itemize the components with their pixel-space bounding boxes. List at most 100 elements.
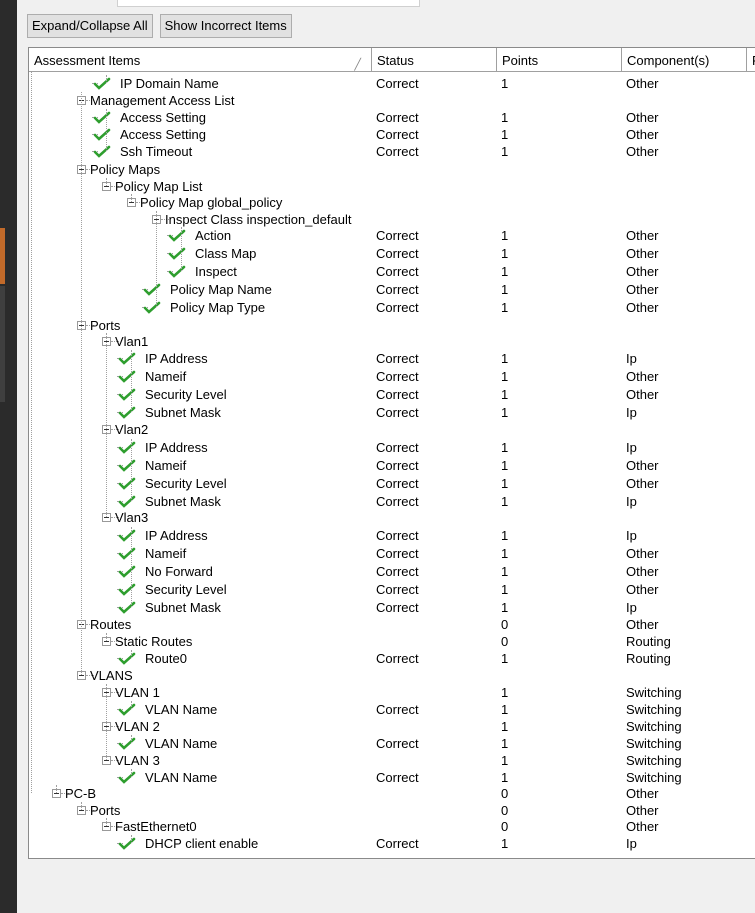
item-label: VLAN Name <box>145 702 218 717</box>
tree-row[interactable]: IP Address Correct 1 Ip <box>29 439 755 456</box>
check-icon <box>118 703 136 716</box>
tree-group-row[interactable]: Ports <box>29 317 755 334</box>
item-label: VLAN 3 <box>115 753 160 768</box>
tree-row[interactable]: Nameif Correct 1 Other <box>29 457 755 474</box>
points-value: 1 <box>501 351 509 366</box>
component-value: Other <box>626 476 659 491</box>
tree-row[interactable]: Subnet Mask Correct 1 Ip <box>29 599 755 616</box>
tree-connector <box>56 785 57 793</box>
tree-group-row[interactable]: Policy Map List <box>29 178 755 195</box>
tree-row[interactable]: Security Level Correct 1 Other <box>29 581 755 598</box>
points-value: 1 <box>501 300 509 315</box>
tree-row[interactable]: Policy Map Name Correct 1 Other <box>29 281 755 298</box>
tree-row[interactable]: VLAN Name Correct 1 Switching <box>29 701 755 718</box>
item-label: Policy Map List <box>115 179 203 194</box>
assessment-panel: Expand/Collapse All Show Incorrect Items… <box>17 0 755 913</box>
tree-group-row[interactable]: Vlan2 <box>29 421 755 438</box>
toolbar: Expand/Collapse All Show Incorrect Items <box>27 14 292 40</box>
side-scrollbar[interactable] <box>0 286 5 402</box>
tree-row[interactable]: Security Level Correct 1 Other <box>29 386 755 403</box>
tree-group-row[interactable]: Static Routes 0 Routing <box>29 633 755 650</box>
component-value: Other <box>626 582 659 597</box>
status-value: Correct <box>376 494 419 509</box>
tree-group-row[interactable]: Inspect Class inspection_default <box>29 211 755 228</box>
tree-connector <box>31 72 32 793</box>
points-value: 1 <box>501 753 509 768</box>
points-value: 0 <box>501 786 509 801</box>
component-value: Ip <box>626 405 637 420</box>
tree-row[interactable]: Access Setting Correct 1 Other <box>29 126 755 143</box>
check-icon <box>93 77 111 90</box>
show-incorrect-items-button[interactable]: Show Incorrect Items <box>159 14 292 38</box>
points-value: 1 <box>501 246 509 261</box>
tree-row[interactable]: Action Correct 1 Other <box>29 227 755 244</box>
tree-row[interactable]: Subnet Mask Correct 1 Ip <box>29 404 755 421</box>
tree-row[interactable]: IP Domain Name Correct 1 Other <box>29 75 755 92</box>
tree-row[interactable]: Access Setting Correct 1 Other <box>29 109 755 126</box>
check-icon <box>118 601 136 614</box>
points-value: 1 <box>501 685 509 700</box>
tree-row[interactable]: Subnet Mask Correct 1 Ip <box>29 493 755 510</box>
tree-connector <box>81 802 82 810</box>
tree-group-row[interactable]: Policy Maps <box>29 161 755 178</box>
tree-group-row[interactable]: VLANS <box>29 667 755 684</box>
item-label: IP Address <box>145 351 208 366</box>
tree-group-row[interactable]: PC-B 0 Other <box>29 785 755 802</box>
points-value: 1 <box>501 76 509 91</box>
tree-group-row[interactable]: VLAN 2 1 Switching <box>29 718 755 735</box>
column-header-extra[interactable]: F <box>747 48 755 71</box>
tree-group-row[interactable]: Ports 0 Other <box>29 802 755 819</box>
points-value: 1 <box>501 458 509 473</box>
tree-row[interactable]: Class Map Correct 1 Other <box>29 245 755 262</box>
tree-row[interactable]: Inspect Correct 1 Other <box>29 263 755 280</box>
tree-row[interactable]: VLAN Name Correct 1 Switching <box>29 769 755 786</box>
tree-group-row[interactable]: Routes 0 Other <box>29 616 755 633</box>
component-value: Switching <box>626 702 682 717</box>
check-icon <box>118 459 136 472</box>
tree-connector <box>106 818 107 826</box>
tree-group-row[interactable]: Vlan1 <box>29 333 755 350</box>
column-header-points[interactable]: Points <box>497 48 622 71</box>
tree-group-row[interactable]: Vlan3 <box>29 509 755 526</box>
tree-group-row[interactable]: VLAN 1 1 Switching <box>29 684 755 701</box>
status-value: Correct <box>376 528 419 543</box>
check-icon <box>168 265 186 278</box>
status-value: Correct <box>376 458 419 473</box>
item-label: Ports <box>90 318 121 333</box>
column-header-status[interactable]: Status <box>372 48 497 71</box>
column-header-assessment-items[interactable]: Assessment Items ╱ <box>29 48 372 71</box>
tree-connector <box>131 835 132 843</box>
check-icon <box>118 441 136 454</box>
points-value: 1 <box>501 600 509 615</box>
tree-row[interactable]: Policy Map Type Correct 1 Other <box>29 299 755 316</box>
status-value: Correct <box>376 600 419 615</box>
column-header-components[interactable]: Component(s) <box>622 48 747 71</box>
tree-row[interactable]: Nameif Correct 1 Other <box>29 545 755 562</box>
status-value: Correct <box>376 282 419 297</box>
item-label: No Forward <box>145 564 213 579</box>
tree-group-row[interactable]: FastEthernet0 0 Other <box>29 818 755 835</box>
points-value: 1 <box>501 702 509 717</box>
tree-row[interactable]: Ssh Timeout Correct 1 Other <box>29 143 755 160</box>
component-value: Ip <box>626 528 637 543</box>
tree-group-row[interactable]: VLAN 3 1 Switching <box>29 752 755 769</box>
points-value: 1 <box>501 264 509 279</box>
check-icon <box>168 247 186 260</box>
tree-group-row[interactable]: Management Access List <box>29 92 755 109</box>
tree-row[interactable]: IP Address Correct 1 Ip <box>29 350 755 367</box>
tree-row[interactable]: Security Level Correct 1 Other <box>29 475 755 492</box>
status-value: Correct <box>376 836 419 851</box>
tree-row[interactable]: Nameif Correct 1 Other <box>29 368 755 385</box>
points-value: 1 <box>501 387 509 402</box>
tree-row[interactable]: IP Address Correct 1 Ip <box>29 527 755 544</box>
expand-collapse-all-button[interactable]: Expand/Collapse All <box>27 14 153 38</box>
tree-row[interactable]: DHCP client enable Correct 1 Ip <box>29 835 755 852</box>
status-value: Correct <box>376 564 419 579</box>
tree-row[interactable]: No Forward Correct 1 Other <box>29 563 755 580</box>
tree-connector <box>131 194 132 202</box>
status-value: Correct <box>376 546 419 561</box>
tree-group-row[interactable]: Policy Map global_policy <box>29 194 755 211</box>
tree-row[interactable]: VLAN Name Correct 1 Switching <box>29 735 755 752</box>
points-value: 1 <box>501 110 509 125</box>
tree-row[interactable]: Route0 Correct 1 Routing <box>29 650 755 667</box>
